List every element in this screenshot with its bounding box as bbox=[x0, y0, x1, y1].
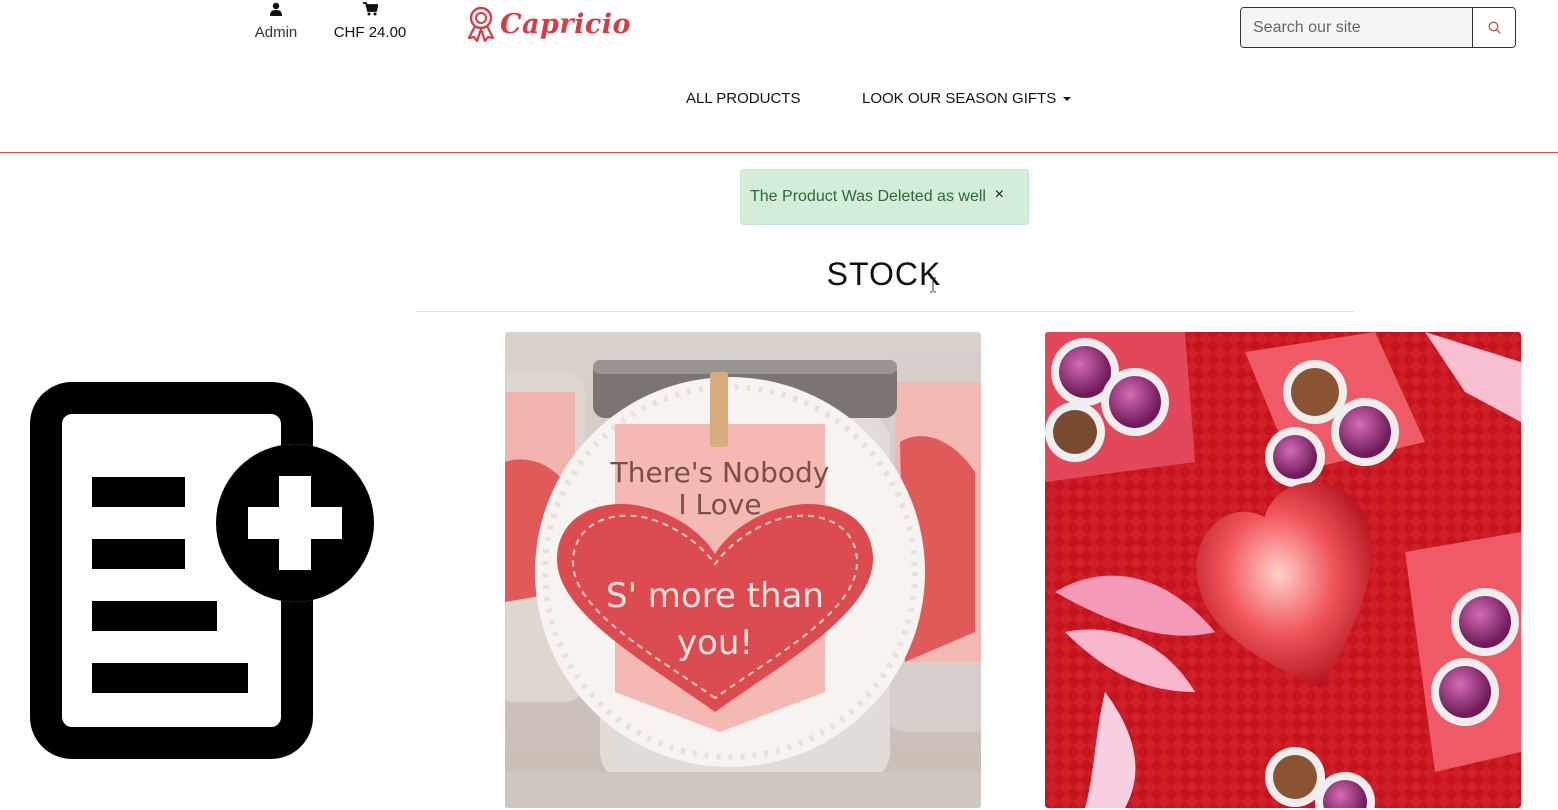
cart-link[interactable]: CHF 24.00 bbox=[328, 0, 412, 44]
product-card[interactable] bbox=[1045, 332, 1521, 808]
page-title: STOCK bbox=[826, 256, 942, 292]
cart-total: CHF 24.00 bbox=[333, 24, 407, 41]
product-card[interactable]: There's Nobody I Love S' more than you! bbox=[505, 332, 981, 808]
user-icon bbox=[270, 2, 282, 16]
tag-text-line1: There's Nobody bbox=[610, 456, 830, 489]
search-form bbox=[1240, 7, 1516, 48]
cart-icon bbox=[362, 2, 378, 16]
success-alert: The Product Was Deleted as well × bbox=[740, 169, 1029, 225]
text-cursor-icon bbox=[930, 277, 936, 293]
alert-message: The Product Was Deleted as well bbox=[750, 188, 986, 205]
nav-all-products[interactable]: ALL PRODUCTS bbox=[686, 89, 800, 109]
nav-all-products-label: ALL PRODUCTS bbox=[686, 90, 801, 107]
site-logo[interactable]: Capricio bbox=[466, 2, 631, 46]
search-input[interactable] bbox=[1241, 8, 1472, 47]
caret-down-icon bbox=[1063, 97, 1072, 101]
heart-text-line2: you! bbox=[677, 623, 753, 663]
title-divider bbox=[416, 311, 1354, 312]
nav-season-gifts-label: LOOK OUR SEASON GIFTS bbox=[862, 90, 1057, 107]
account-label: Admin bbox=[254, 24, 298, 41]
account-link[interactable]: Admin bbox=[248, 0, 304, 44]
close-icon[interactable]: × bbox=[995, 186, 1004, 204]
logo-text: Capricio bbox=[500, 8, 632, 40]
nav-season-gifts-dropdown[interactable]: LOOK OUR SEASON GIFTS bbox=[862, 89, 1072, 109]
ribbon-badge-icon bbox=[467, 6, 495, 43]
sequin-heart-truffles-photo bbox=[1045, 332, 1521, 808]
search-button[interactable] bbox=[1472, 8, 1515, 47]
header-divider bbox=[0, 152, 1558, 153]
add-document-icon[interactable] bbox=[28, 380, 378, 762]
tag-text-line2: I Love bbox=[678, 488, 761, 521]
heart-text-line1: S' more than bbox=[606, 576, 824, 616]
search-icon bbox=[1487, 21, 1501, 34]
main-nav: ALL PRODUCTS LOOK OUR SEASON GIFTS bbox=[0, 89, 1558, 111]
mason-jar-gift-photo: There's Nobody I Love S' more than you! bbox=[505, 332, 981, 808]
